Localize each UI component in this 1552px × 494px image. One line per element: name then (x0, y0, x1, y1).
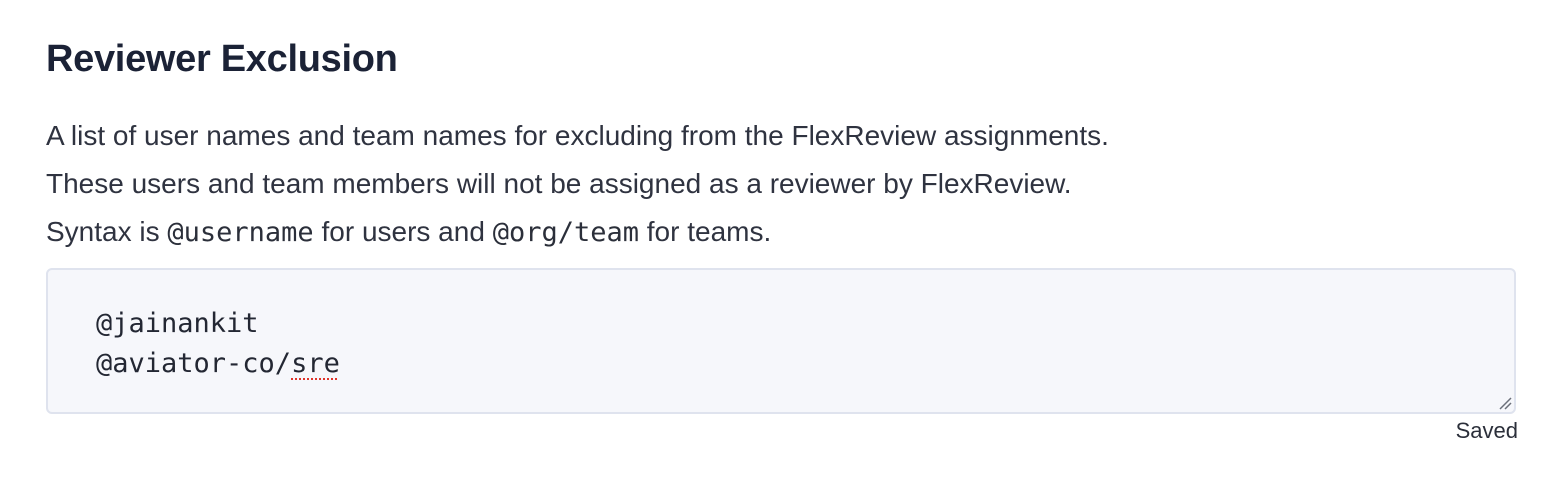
team-syntax-code: @org/team (492, 217, 639, 248)
section-description: A list of user names and team names for … (46, 112, 1518, 257)
spellcheck-flagged-word: sre (291, 348, 340, 379)
exclusion-entry-user: @jainankit (96, 308, 259, 339)
resize-handle-icon[interactable] (1498, 396, 1512, 410)
description-line-2: These users and team members will not be… (46, 168, 1072, 199)
save-status: Saved (1455, 418, 1518, 443)
description-line-1: A list of user names and team names for … (46, 120, 1109, 151)
team-entry-prefix: @aviator-co/ (96, 348, 292, 379)
exclusion-list-textarea[interactable]: @jainankit @aviator-co/sre (46, 268, 1516, 414)
username-syntax-code: @username (167, 217, 314, 248)
description-line-3: Syntax is @username for users and @org/t… (46, 208, 1518, 257)
syntax-prefix: Syntax is (46, 216, 168, 247)
section-title: Reviewer Exclusion (46, 38, 398, 80)
syntax-suffix: for teams. (639, 216, 772, 247)
syntax-middle: for users and (313, 216, 493, 247)
exclusion-entry-team: @aviator-co/sre (96, 344, 1466, 384)
